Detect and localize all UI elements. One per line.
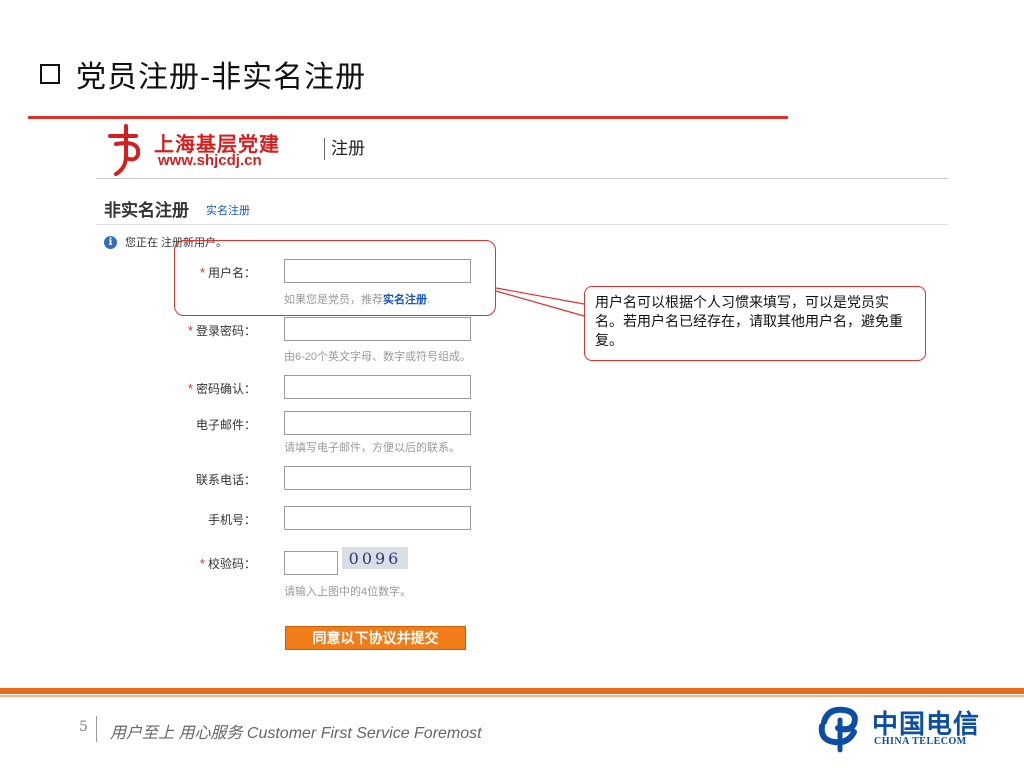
brand-english-name: CHINA TELECOM <box>874 736 967 747</box>
logo-url: www.shjcdj.cn <box>158 152 262 169</box>
captcha-input[interactable] <box>284 551 338 575</box>
email-label: 电子邮件： <box>195 418 256 432</box>
heading-rule <box>96 224 948 225</box>
header-rule <box>96 178 948 179</box>
username-highlight-box <box>174 240 496 316</box>
phone-label: 联系电话： <box>195 473 256 487</box>
info-icon: i <box>104 235 117 249</box>
email-input[interactable] <box>284 411 471 435</box>
slide-title: 党员注册-非实名注册 <box>40 54 367 95</box>
party-logo-icon <box>108 124 141 176</box>
footer-slogan: 用户至上 用心服务 Customer First Service Foremos… <box>110 725 482 742</box>
required-mark: * <box>187 381 193 396</box>
title-underline <box>28 116 788 119</box>
footer-divider <box>96 716 97 742</box>
footer-band <box>0 688 1024 694</box>
password-confirm-input[interactable] <box>284 375 471 399</box>
password-input[interactable] <box>284 317 471 341</box>
email-hint: 请填写电子邮件，方便以后的联系。 <box>284 442 460 454</box>
header-title: 注册 <box>331 139 365 158</box>
required-mark: * <box>199 556 205 571</box>
form-heading: 非实名注册 <box>104 201 189 220</box>
captcha-image[interactable]: 0096 <box>342 547 408 569</box>
china-telecom-logo: 中国电信 CHINA TELECOM <box>814 702 984 754</box>
callout-note: 用户名可以根据个人习惯来填写，可以是党员实名。若用户名已经存在，请取其他用户名，… <box>584 286 926 361</box>
real-name-register-link[interactable]: 实名注册 <box>206 202 250 218</box>
mobile-input[interactable] <box>284 506 471 530</box>
slide-title-text: 党员注册-非实名注册 <box>76 60 367 95</box>
header-divider <box>324 138 325 160</box>
mobile-label: 手机号： <box>207 513 256 527</box>
required-mark: * <box>187 323 193 338</box>
password-hint: 由6-20个英文字母、数字或符号组成。 <box>284 351 472 363</box>
site-logo[interactable]: 上海基层党建 www.shjcdj.cn <box>102 122 312 176</box>
page-number: 5 <box>79 719 88 735</box>
phone-input[interactable] <box>284 466 471 490</box>
telecom-mark-icon <box>818 706 858 753</box>
captcha-hint: 请输入上图中的4位数字。 <box>284 586 412 598</box>
captcha-label: * 校验码： <box>199 556 256 571</box>
agree-submit-button[interactable]: 同意以下协议并提交 <box>285 626 466 650</box>
footer-band-light <box>0 695 1024 697</box>
password-confirm-label: * 密码确认： <box>187 381 256 396</box>
password-label: * 登录密码： <box>187 323 256 338</box>
checkbox-bullet-icon <box>40 64 60 84</box>
